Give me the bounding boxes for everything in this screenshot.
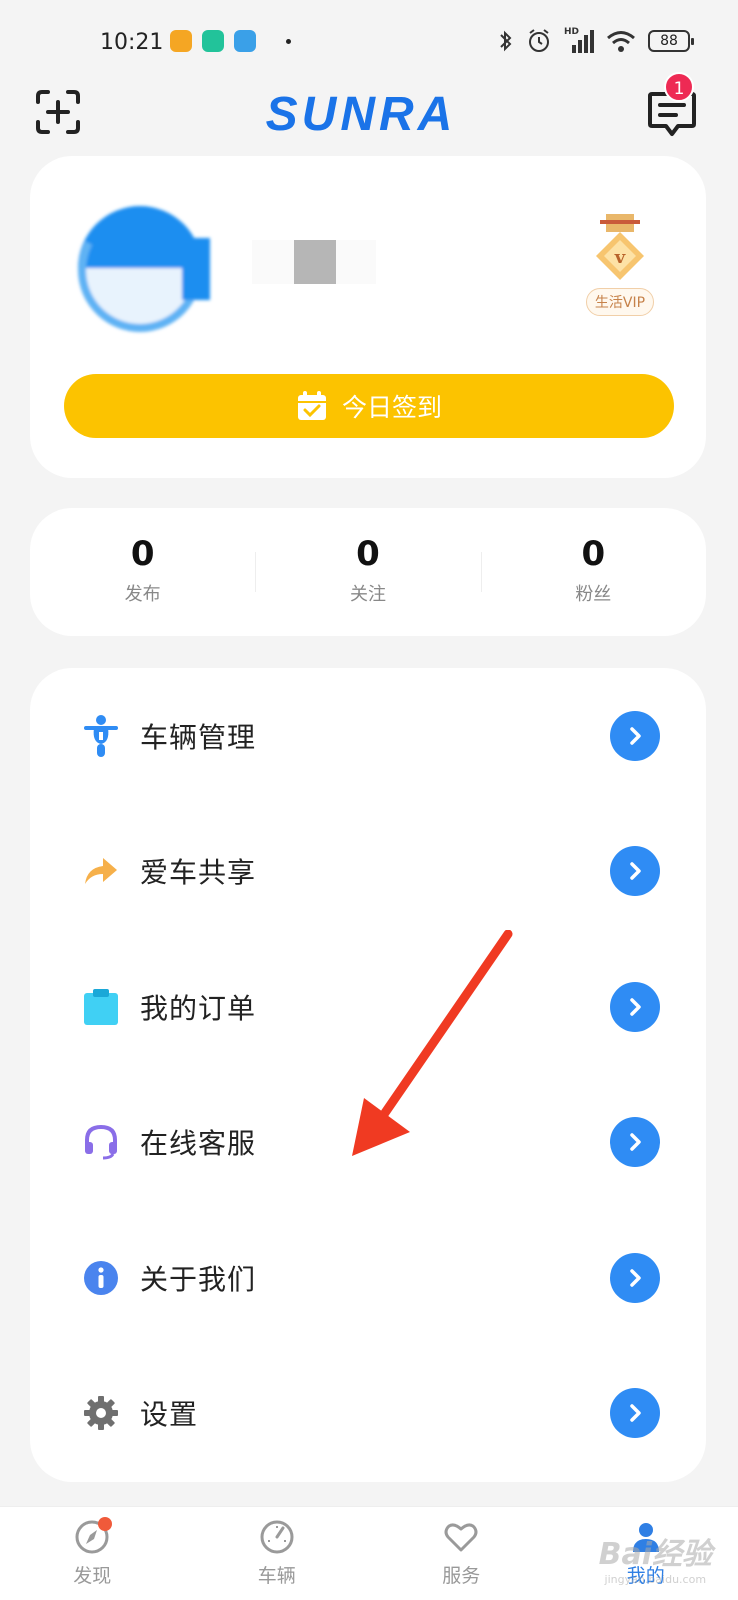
wifi-icon bbox=[607, 31, 635, 52]
svg-text:SUNRA: SUNRA bbox=[266, 88, 457, 136]
message-badge: 1 bbox=[664, 72, 694, 102]
menu-item-about-us[interactable]: 关于我们 bbox=[30, 1210, 706, 1346]
chevron-right-icon[interactable] bbox=[610, 1388, 660, 1439]
shield-app-icon bbox=[202, 30, 224, 52]
gear-icon bbox=[82, 1394, 120, 1432]
chevron-right-icon[interactable] bbox=[610, 981, 660, 1032]
username-blurred bbox=[252, 240, 376, 284]
discover-notification-dot bbox=[98, 1517, 112, 1531]
checkin-label: 今日签到 bbox=[341, 393, 442, 422]
nav-discover[interactable]: 发现 bbox=[0, 1507, 185, 1600]
status-bar: 10:21 HD 88 bbox=[0, 0, 738, 84]
stats-card: 0 发布 0 关注 0 粉丝 bbox=[30, 508, 706, 636]
signal-icon: HD bbox=[564, 27, 594, 53]
stat-following[interactable]: 0 关注 bbox=[255, 508, 480, 636]
stat-followers[interactable]: 0 粉丝 bbox=[480, 508, 706, 636]
bluetooth-icon bbox=[500, 30, 512, 52]
status-system-icons: HD 88 bbox=[498, 27, 694, 54]
chevron-right-icon[interactable] bbox=[610, 710, 660, 761]
nav-label: 发现 bbox=[73, 1565, 112, 1587]
vip-label: 生活VIP bbox=[585, 288, 655, 316]
svg-text:v: v bbox=[614, 247, 626, 268]
menu-item-online-service[interactable]: 在线客服 bbox=[30, 1075, 706, 1211]
menu-label: 关于我们 bbox=[140, 1262, 257, 1296]
avatar[interactable] bbox=[72, 200, 218, 340]
more-dot-icon bbox=[286, 38, 291, 44]
menu-label: 我的订单 bbox=[140, 991, 257, 1025]
bottom-navigation: 发现 车辆 服务 我的 Bai经验 jingyan.baidu.com bbox=[0, 1506, 738, 1600]
menu-label: 车辆管理 bbox=[140, 720, 257, 754]
clipboard-icon bbox=[82, 988, 120, 1026]
vip-badge[interactable]: v 生活VIP bbox=[580, 212, 660, 316]
speedometer-icon bbox=[260, 1520, 294, 1554]
status-time: 10:21 bbox=[100, 30, 164, 55]
menu-card: 车辆管理 爱车共享 我的订单 在线客服 关于我们 设置 bbox=[30, 668, 706, 1482]
share-arrow-icon bbox=[82, 852, 120, 890]
chevron-right-icon[interactable] bbox=[610, 1252, 660, 1303]
stat-posts[interactable]: 0 发布 bbox=[30, 508, 255, 636]
heart-icon bbox=[444, 1523, 478, 1552]
menu-label: 在线客服 bbox=[140, 1127, 257, 1161]
chevron-right-icon[interactable] bbox=[610, 1117, 660, 1168]
menu-item-settings[interactable]: 设置 bbox=[30, 1346, 706, 1482]
menu-item-vehicle-management[interactable]: 车辆管理 bbox=[30, 668, 706, 804]
stat-label: 发布 bbox=[124, 584, 161, 605]
sunra-logo: SUNRA bbox=[266, 88, 457, 136]
stat-value: 0 bbox=[356, 534, 380, 574]
vip-medal-icon: v bbox=[596, 214, 644, 280]
stat-value: 0 bbox=[581, 534, 606, 574]
scooter-icon bbox=[82, 714, 120, 757]
info-icon bbox=[82, 1259, 120, 1297]
calendar-check-icon bbox=[297, 391, 326, 420]
nav-label: 服务 bbox=[442, 1565, 481, 1587]
profile-card: v 生活VIP 今日签到 bbox=[30, 156, 706, 478]
checkin-button[interactable]: 今日签到 bbox=[64, 374, 674, 438]
menu-label: 爱车共享 bbox=[140, 856, 257, 890]
stat-value: 0 bbox=[130, 534, 155, 574]
stat-label: 粉丝 bbox=[575, 584, 612, 605]
alarm-icon bbox=[529, 29, 549, 52]
headset-icon bbox=[82, 1123, 120, 1161]
menu-item-my-orders[interactable]: 我的订单 bbox=[30, 939, 706, 1075]
scan-add-icon[interactable] bbox=[34, 88, 82, 136]
app-header: SUNRA bbox=[0, 84, 738, 154]
baidu-watermark: Bai经验 jingyan.baidu.com bbox=[598, 1537, 712, 1586]
menu-label: 设置 bbox=[140, 1398, 199, 1432]
status-notification-icons bbox=[170, 30, 291, 52]
menu-item-car-share[interactable]: 爱车共享 bbox=[30, 804, 706, 940]
battery-indicator: 88 bbox=[648, 30, 694, 52]
nav-vehicle[interactable]: 车辆 bbox=[185, 1507, 370, 1600]
stat-label: 关注 bbox=[349, 584, 386, 605]
nav-label: 车辆 bbox=[257, 1565, 296, 1587]
chevron-right-icon[interactable] bbox=[610, 846, 660, 897]
game-app-icon bbox=[234, 30, 256, 52]
message-app-icon bbox=[170, 30, 192, 52]
nav-service[interactable]: 服务 bbox=[369, 1507, 554, 1600]
